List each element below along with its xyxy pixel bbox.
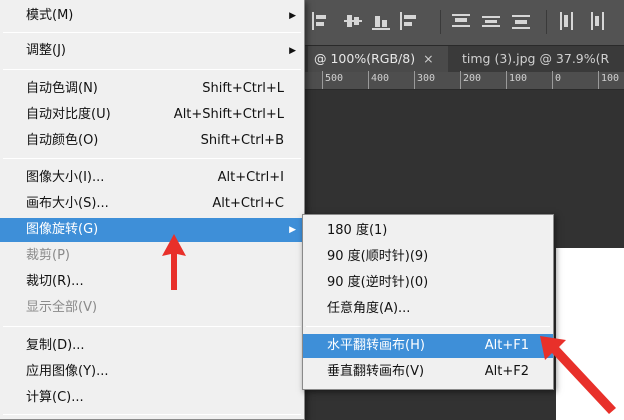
- menu-item-arbitrary-rotation[interactable]: 任意角度(A)...: [303, 297, 553, 321]
- menu-item-label: 画布大小(S)...: [26, 196, 109, 211]
- menu-item-shortcut: Shift+Ctrl+B: [200, 133, 284, 148]
- menu-item-mode[interactable]: 模式(M) ▶: [0, 4, 304, 28]
- ruler-tick: [368, 71, 369, 89]
- image-menu: 模式(M) ▶ 调整(J) ▶ 自动色调(N) Shift+Ctrl+L 自动对…: [0, 0, 305, 420]
- menu-item-label: 水平翻转画布(H): [327, 338, 425, 353]
- menu-item-label: 180 度(1): [327, 223, 388, 238]
- tab-label: @ 100%(RGB/8): [314, 51, 416, 66]
- image-rotation-submenu: 180 度(1) 90 度(顺时针)(9) 90 度(逆时针)(0) 任意角度(…: [302, 214, 554, 390]
- menu-item-label: 垂直翻转画布(V): [327, 364, 425, 379]
- align-vertical-center-icon[interactable]: [344, 12, 362, 30]
- menu-item-label: 应用图像(Y)...: [26, 364, 109, 379]
- horizontal-ruler: 500 400 300 200 100 0 100: [300, 71, 624, 90]
- distribute-vertical-center-icon[interactable]: [482, 12, 500, 30]
- menu-item-auto-color[interactable]: 自动颜色(O) Shift+Ctrl+B: [0, 129, 304, 153]
- ruler-label: 100: [509, 73, 528, 84]
- ruler-label: 0: [555, 73, 562, 84]
- menu-item-adjustments[interactable]: 调整(J) ▶: [0, 39, 304, 63]
- menu-item-crop[interactable]: 裁剪(P): [0, 244, 304, 268]
- distribute-horizontal-center-icon[interactable]: [588, 12, 606, 30]
- options-toolbar: [300, 0, 624, 46]
- distribute-left-icon[interactable]: [558, 12, 576, 30]
- menu-item-label: 自动色调(N): [26, 81, 98, 96]
- menu-separator: [3, 158, 301, 159]
- chevron-right-icon: ▶: [289, 225, 296, 235]
- ruler-tick: [460, 71, 461, 89]
- chevron-right-icon: ▶: [289, 11, 296, 21]
- ruler-tick: [414, 71, 415, 89]
- menu-separator: [306, 326, 550, 327]
- ruler-label: 100: [601, 73, 620, 84]
- menu-separator: [3, 32, 301, 33]
- menu-item-label: 裁剪(P): [26, 248, 70, 263]
- align-left-icon[interactable]: [400, 12, 418, 30]
- menu-item-shortcut: Alt+Ctrl+C: [212, 196, 284, 211]
- menu-item-label: 复制(D)...: [26, 338, 85, 353]
- menu-item-flip-canvas-horizontal[interactable]: 水平翻转画布(H) Alt+F1: [303, 334, 553, 358]
- close-icon[interactable]: ×: [423, 51, 433, 66]
- ruler-label: 300: [417, 73, 436, 84]
- menu-item-rotate-90-cw[interactable]: 90 度(顺时针)(9): [303, 245, 553, 269]
- menu-item-label: 裁切(R)...: [26, 274, 84, 289]
- menu-separator: [3, 326, 301, 327]
- menu-item-label: 90 度(逆时针)(0): [327, 275, 429, 290]
- menu-item-shortcut: Alt+F1: [484, 338, 529, 353]
- ruler-label: 200: [463, 73, 482, 84]
- menu-item-shortcut: Shift+Ctrl+L: [202, 81, 284, 96]
- ruler-label: 400: [371, 73, 390, 84]
- menu-item-image-size[interactable]: 图像大小(I)... Alt+Ctrl+I: [0, 166, 304, 190]
- chevron-right-icon: ▶: [289, 46, 296, 56]
- ruler-label: 500: [325, 73, 344, 84]
- menu-item-label: 90 度(顺时针)(9): [327, 249, 429, 264]
- menu-item-auto-contrast[interactable]: 自动对比度(U) Alt+Shift+Ctrl+L: [0, 103, 304, 127]
- toolbar-separator: [440, 10, 441, 34]
- distribute-top-icon[interactable]: [452, 12, 470, 30]
- menu-item-label: 自动颜色(O): [26, 133, 99, 148]
- menu-item-calculations[interactable]: 计算(C)...: [0, 386, 304, 410]
- tab-document-1[interactable]: @ 100%(RGB/8) ×: [308, 46, 448, 72]
- menu-item-shortcut: Alt+Shift+Ctrl+L: [173, 107, 284, 122]
- red-arrow-icon: [540, 336, 616, 414]
- ruler-tick: [552, 71, 553, 89]
- menu-item-label: 调整(J): [26, 43, 66, 58]
- menu-item-image-rotation[interactable]: 图像旋转(G) ▶: [0, 218, 304, 242]
- align-bottom-icon[interactable]: [372, 12, 390, 30]
- menu-item-trim[interactable]: 裁切(R)...: [0, 270, 304, 294]
- menu-item-label: 模式(M): [26, 8, 74, 23]
- menu-item-label: 显示全部(V): [26, 300, 98, 315]
- menu-item-rotate-180[interactable]: 180 度(1): [303, 219, 553, 243]
- menu-item-duplicate[interactable]: 复制(D)...: [0, 334, 304, 358]
- menu-item-flip-canvas-vertical[interactable]: 垂直翻转画布(V) Alt+F2: [303, 360, 553, 384]
- red-arrow-icon: [162, 234, 186, 290]
- menu-item-apply-image[interactable]: 应用图像(Y)...: [0, 360, 304, 384]
- tab-label: timg (3).jpg @ 37.9%(R: [462, 51, 610, 66]
- menu-item-label: 计算(C)...: [26, 390, 84, 405]
- menu-item-shortcut: Alt+Ctrl+I: [217, 170, 284, 185]
- menu-item-rotate-90-ccw[interactable]: 90 度(逆时针)(0): [303, 271, 553, 295]
- menu-item-reveal-all[interactable]: 显示全部(V): [0, 296, 304, 320]
- menu-item-shortcut: Alt+F2: [484, 364, 529, 379]
- ruler-tick: [322, 71, 323, 89]
- toolbar-separator: [546, 10, 547, 34]
- ruler-tick: [598, 71, 599, 89]
- distribute-bottom-icon[interactable]: [512, 12, 530, 30]
- menu-item-auto-tone[interactable]: 自动色调(N) Shift+Ctrl+L: [0, 77, 304, 101]
- menu-item-canvas-size[interactable]: 画布大小(S)... Alt+Ctrl+C: [0, 192, 304, 216]
- menu-separator: [3, 69, 301, 70]
- menu-item-label: 图像旋转(G): [26, 222, 99, 237]
- menu-separator: [3, 414, 301, 415]
- align-top-icon[interactable]: [312, 12, 330, 30]
- menu-item-label: 自动对比度(U): [26, 107, 111, 122]
- document-tab-bar: @ 100%(RGB/8) × timg (3).jpg @ 37.9%(R: [300, 46, 624, 72]
- ruler-tick: [506, 71, 507, 89]
- menu-item-label: 任意角度(A)...: [327, 301, 411, 316]
- menu-item-label: 图像大小(I)...: [26, 170, 105, 185]
- tab-document-2[interactable]: timg (3).jpg @ 37.9%(R: [456, 46, 624, 72]
